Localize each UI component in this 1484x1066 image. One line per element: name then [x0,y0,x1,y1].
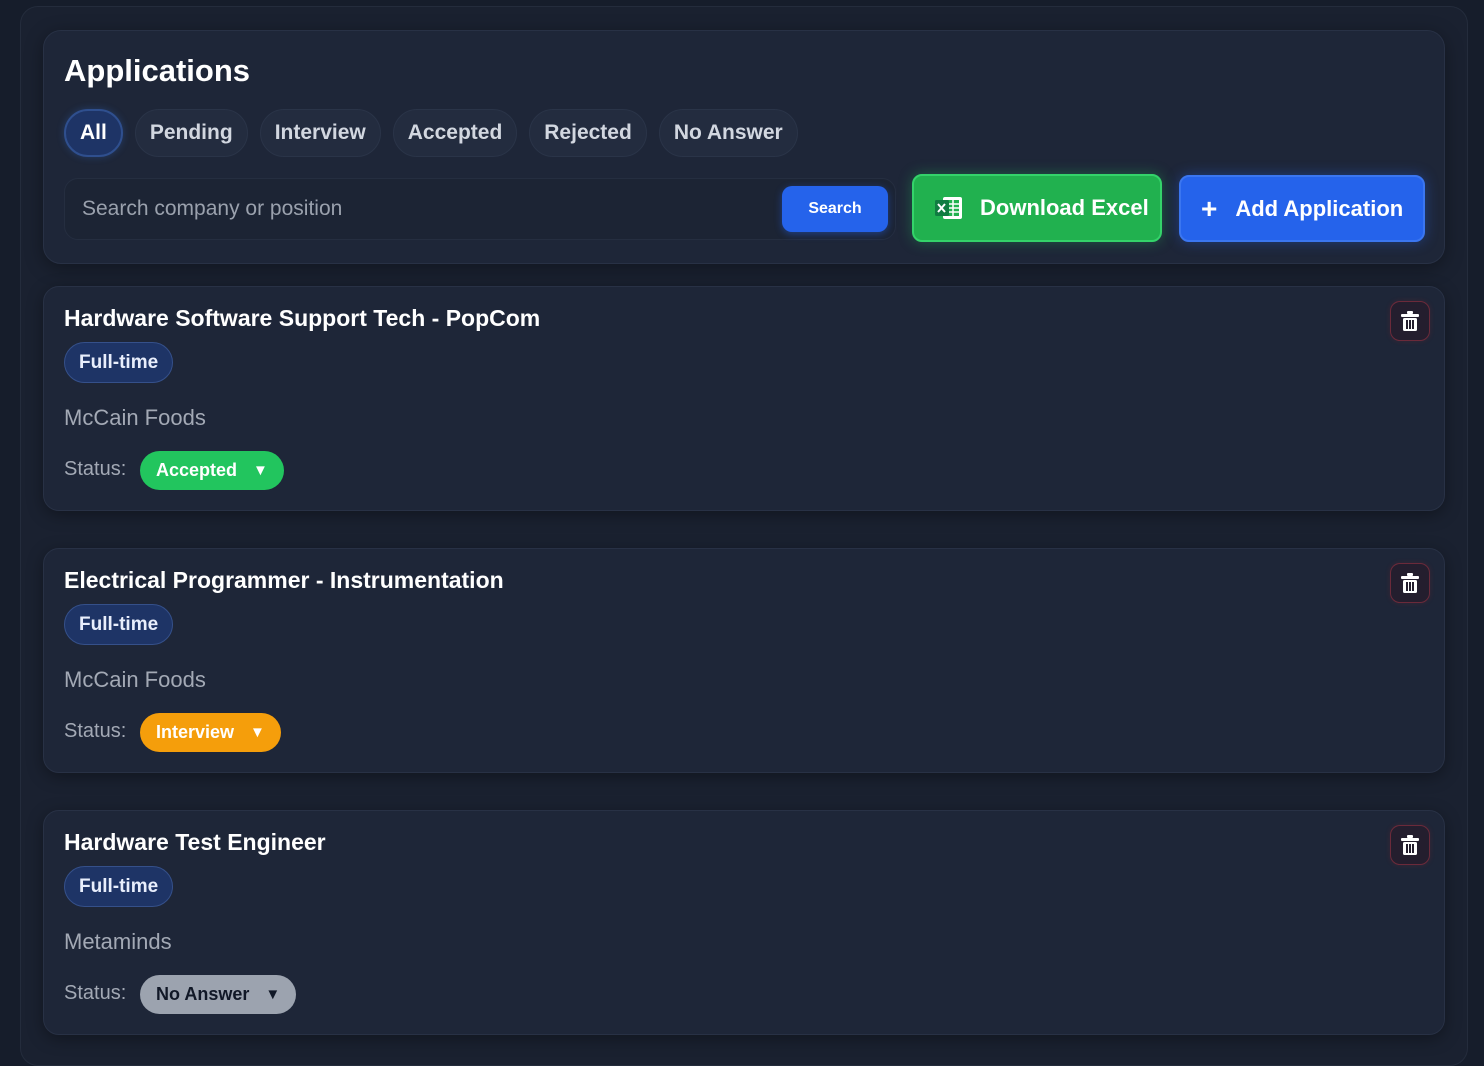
trash-icon [1401,573,1419,593]
company-name: McCain Foods [64,667,206,692]
application-title: Hardware Test Engineer [64,829,326,855]
trash-icon [1401,835,1419,855]
filter-all[interactable]: All [64,109,123,157]
search-bar: Search [64,178,896,240]
job-type-badge: Full-time [64,866,174,907]
company-name: Metaminds [64,929,172,954]
trash-icon [1401,311,1419,331]
status-dropdown[interactable]: Interview ▼ [140,713,281,752]
status-dropdown[interactable]: No Answer ▼ [140,975,297,1014]
add-application-label: Add Application [1235,195,1404,221]
status-value: Accepted [156,460,238,480]
delete-button[interactable] [1390,301,1430,341]
excel-icon [935,197,962,219]
application-card: Hardware Test Engineer Full-time Metamin… [43,810,1445,1035]
job-type-badge: Full-time [64,342,174,383]
status-label: Status: [64,458,127,480]
filter-no-answer[interactable]: No Answer [658,109,798,157]
status-dropdown[interactable]: Accepted ▼ [140,451,284,490]
status-filter-tabs: All Pending Interview Accepted Rejected … [64,109,810,157]
chevron-down-icon: ▼ [250,724,265,741]
add-application-button[interactable]: + Add Application [1179,175,1425,242]
application-title: Hardware Software Support Tech - PopCom [64,305,541,331]
search-button[interactable]: Search [782,186,888,232]
job-type-badge: Full-time [64,604,174,645]
filter-interview[interactable]: Interview [259,109,381,157]
status-value: No Answer [156,984,250,1004]
application-card: Electrical Programmer - Instrumentation … [43,548,1445,773]
application-card: Hardware Software Support Tech - PopCom … [43,286,1445,511]
delete-button[interactable] [1390,563,1430,603]
status-label: Status: [64,982,127,1004]
delete-button[interactable] [1390,825,1430,865]
chevron-down-icon: ▼ [253,462,268,479]
download-excel-label: Download Excel [980,195,1149,220]
download-excel-button[interactable]: Download Excel [912,174,1162,242]
application-title: Electrical Programmer - Instrumentation [64,567,504,593]
chevron-down-icon: ▼ [265,986,281,1003]
filter-accepted[interactable]: Accepted [392,109,518,157]
status-value: Interview [156,722,235,742]
filter-rejected[interactable]: Rejected [529,109,647,157]
filter-pending[interactable]: Pending [134,109,248,157]
page-title: Applications [64,53,251,88]
company-name: McCain Foods [64,405,206,430]
plus-icon: + [1201,192,1218,224]
status-label: Status: [64,720,127,742]
search-input[interactable] [65,179,765,239]
applications-panel: Applications All Pending Interview Accep… [43,30,1445,264]
